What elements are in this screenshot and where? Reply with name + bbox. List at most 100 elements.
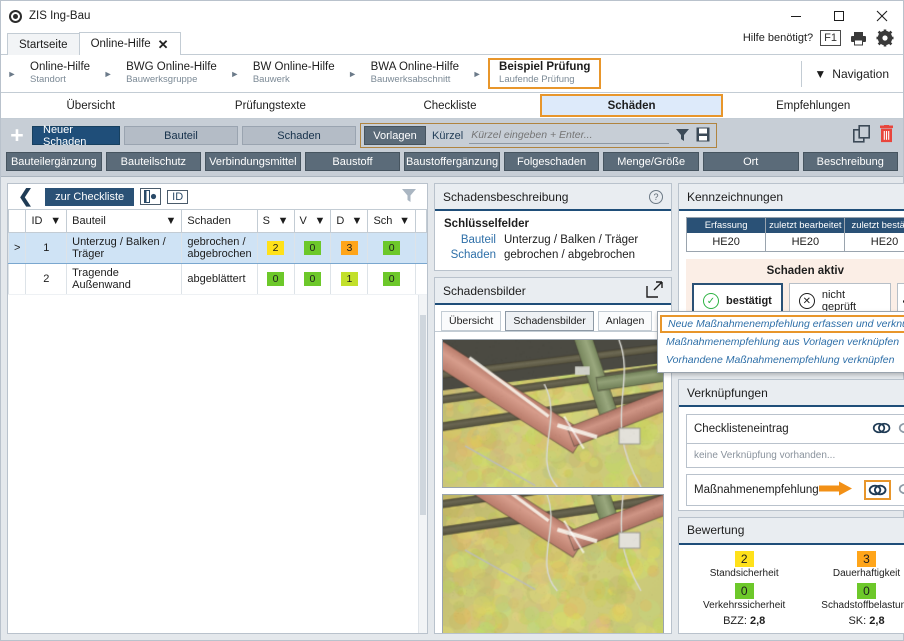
navigation-button[interactable]: ▼ Navigation [802, 67, 903, 81]
tab-anlagen[interactable]: Anlagen [598, 311, 653, 331]
filter-icon[interactable]: ▼ [399, 215, 410, 227]
photo-thumbnail[interactable] [442, 494, 664, 633]
col-label: Bauteil [72, 215, 106, 227]
btn-baustoffergaenzung[interactable]: Baustoffergänzung [404, 152, 500, 171]
filter-icon[interactable]: ▼ [50, 215, 61, 227]
btn-bauteilschutz[interactable]: Bauteilschutz [106, 152, 202, 171]
badge-s: 2 [267, 241, 284, 255]
breadcrumb-sublabel: Standort [30, 74, 90, 85]
vertical-scrollbar[interactable] [418, 295, 427, 634]
window-controls [774, 1, 903, 31]
close-icon[interactable]: ✕ [158, 38, 169, 51]
photo-image [443, 495, 663, 633]
btn-menge-groesse[interactable]: Menge/Größe [603, 152, 699, 171]
tab-pruefungstexte[interactable]: Prüfungstexte [181, 93, 361, 118]
schadstoffbelastung-label: Schadstoffbelastung [805, 600, 904, 611]
btn-verbindungsmittel[interactable]: Verbindungsmittel [205, 152, 301, 171]
plus-icon[interactable]: + [6, 125, 28, 147]
unlink-icon[interactable] [898, 481, 904, 499]
btn-ort[interactable]: Ort [703, 152, 799, 171]
close-icon[interactable] [860, 1, 903, 31]
kz-header: zuletzt bearbeitet [766, 218, 844, 233]
kz-value: HE20 [845, 233, 904, 251]
id-toggle-button[interactable]: ID [167, 190, 188, 204]
tab-online-hilfe[interactable]: Online-Hilfe ✕ [79, 32, 181, 55]
filter-icon[interactable]: ▼ [278, 215, 289, 227]
bzz-label: BZZ: [723, 615, 747, 627]
new-damage-button[interactable]: Neuer Schaden [32, 126, 120, 145]
col-bauteil[interactable]: Bauteil ▼ [67, 210, 182, 232]
filter-icon[interactable]: ▼ [166, 215, 177, 227]
col-d[interactable]: D ▼ [331, 210, 368, 232]
scrollbar-thumb[interactable] [420, 315, 426, 515]
btn-baustoff[interactable]: Baustoff [305, 152, 401, 171]
chevron-right-icon: ► [97, 69, 119, 79]
open-external-icon[interactable] [646, 281, 663, 301]
schaden-button[interactable]: Schaden [242, 126, 356, 145]
tab-label: Prüfungstexte [235, 100, 306, 112]
floppy-disk-icon[interactable] [696, 127, 710, 145]
zur-checkliste-button[interactable]: zur Checkliste [45, 188, 134, 206]
link-icon[interactable] [872, 421, 891, 438]
vorlagen-button[interactable]: Vorlagen [364, 126, 426, 145]
chevron-left-icon[interactable]: ❮ [12, 187, 39, 207]
tab-checkliste[interactable]: Checkliste [360, 93, 540, 118]
photo-thumbnail[interactable]: X [442, 339, 664, 488]
column-settings-icon[interactable] [140, 188, 161, 205]
trash-icon[interactable] [879, 125, 894, 146]
title-bar: ZIS Ing-Bau [1, 1, 903, 31]
schaden-aktiv-title: Schaden aktiv [692, 265, 904, 277]
unlink-icon[interactable] [898, 420, 904, 438]
tab-uebersicht[interactable]: Übersicht [1, 93, 181, 118]
col-id[interactable]: ID ▼ [26, 210, 67, 232]
tab-empfehlungen[interactable]: Empfehlungen [723, 93, 903, 118]
minimize-icon[interactable] [774, 1, 817, 31]
menu-item-vorhandene[interactable]: Vorhandene Maßnahmenempfehlung verknüpfe… [658, 351, 904, 369]
question-icon[interactable]: ? [649, 190, 663, 204]
help-label: Hilfe benötigt? [743, 32, 813, 44]
table-row[interactable]: > 1 Unterzug / Balken / Träger gebrochen… [9, 232, 427, 263]
tab-startseite[interactable]: Startseite [7, 33, 80, 55]
tab-label: Empfehlungen [776, 100, 850, 112]
filter-icon[interactable]: ▼ [314, 215, 325, 227]
menu-item-neue-erfassen[interactable]: Neue Maßnahmenempfehlung erfassen und ve… [660, 315, 904, 333]
tab-schaeden[interactable]: Schäden [540, 94, 724, 117]
breadcrumb-item-bw[interactable]: ► BW Online-Hilfe Bauwerk [224, 55, 342, 92]
funnel-icon[interactable] [401, 187, 423, 206]
btn-folgeschaden[interactable]: Folgeschaden [504, 152, 600, 171]
tab-schadensbilder[interactable]: Schadensbilder [505, 311, 593, 331]
table-row[interactable]: 2 Tragende Außenwand abgeblättert 0 0 1 … [9, 263, 427, 294]
btn-bauteilergaenzung[interactable]: Bauteilergänzung [6, 152, 102, 171]
menu-item-aus-vorlagen[interactable]: Maßnahmenempfehlung aus Vorlagen verknüp… [658, 333, 904, 351]
breadcrumb-item-bwa[interactable]: ► BWA Online-Hilfe Bauwerksabschnitt [342, 55, 466, 92]
printer-icon[interactable] [848, 28, 868, 48]
field-key[interactable]: Bauteil [444, 234, 496, 246]
images-panel: Schadensbilder Übersicht Schadensbilder … [434, 277, 672, 634]
col-v[interactable]: V ▼ [294, 210, 331, 232]
cell-s: 2 [257, 232, 294, 263]
tab-uebersicht[interactable]: Übersicht [441, 311, 501, 331]
copy-icon[interactable] [853, 125, 871, 146]
link-icon[interactable] [864, 480, 891, 500]
application-window: ZIS Ing-Bau Startseite Online-Hilfe ✕ Hi… [0, 0, 904, 641]
btn-beschreibung[interactable]: Beschreibung [803, 152, 899, 171]
col-s[interactable]: S ▼ [257, 210, 294, 232]
breadcrumb-item-beispiel-pruefung[interactable]: ► Beispiel Prüfung Laufende Prüfung [466, 55, 601, 92]
nicht-geprueft-label: nicht geprüft [822, 289, 881, 313]
breadcrumb-item-bwg[interactable]: ► BWG Online-Hilfe Bauwerksgruppe [97, 55, 224, 92]
x-circle-icon: ✕ [799, 293, 815, 309]
col-label: Schaden [187, 215, 230, 227]
gear-icon[interactable] [875, 28, 895, 48]
bauteil-button[interactable]: Bauteil [124, 126, 238, 145]
col-schaden[interactable]: Schaden [182, 210, 257, 232]
filter-icon[interactable]: ▼ [352, 215, 363, 227]
field-key[interactable]: Schaden [444, 249, 496, 261]
breadcrumb-item-online-hilfe[interactable]: ► Online-Hilfe Standort [1, 55, 97, 92]
kuerzel-input[interactable] [469, 128, 669, 144]
massnahmenempfehlung-context-menu: Neue Maßnahmenempfehlung erfassen und ve… [657, 311, 904, 373]
f1-key-button[interactable]: F1 [820, 30, 841, 46]
col-sch[interactable]: Sch ▼ [368, 210, 416, 232]
funnel-icon[interactable] [675, 127, 690, 145]
panel-header: Schadensbeschreibung ? [435, 184, 671, 211]
maximize-icon[interactable] [817, 1, 860, 31]
